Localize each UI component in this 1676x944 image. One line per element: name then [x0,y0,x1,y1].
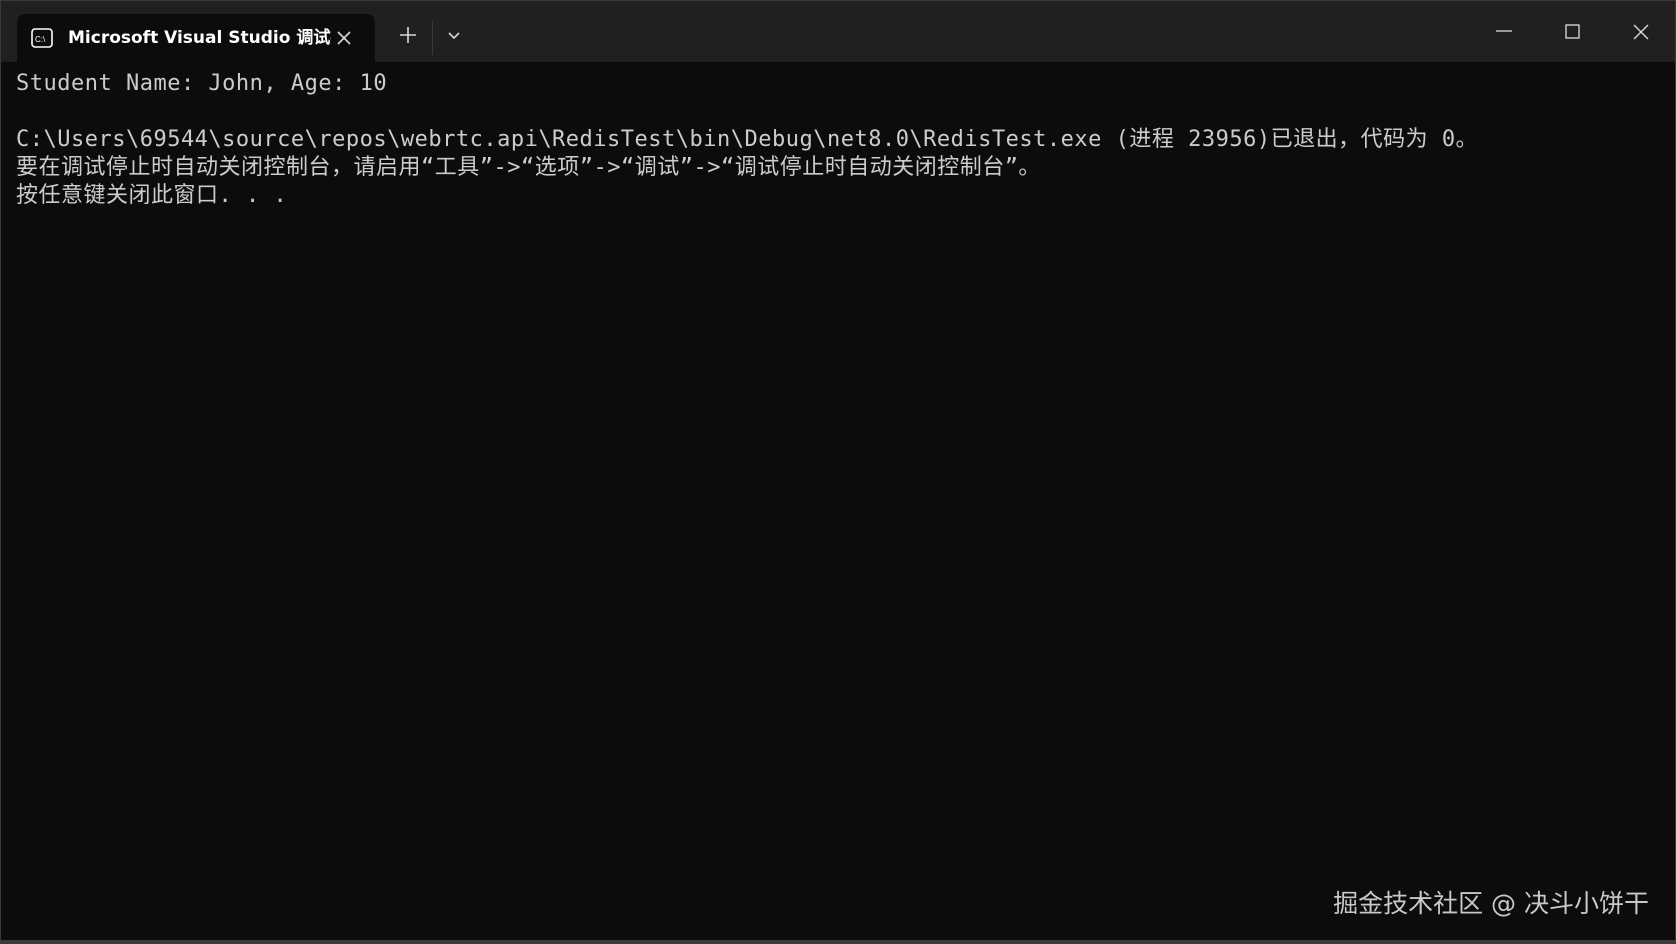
plus-icon[interactable] [392,19,424,51]
console-icon: C:\ [31,28,53,48]
terminal-window: C:\ Microsoft Visual Studio 调试控制台 [0,0,1676,944]
tab-title: Microsoft Visual Studio 调试控制台 [68,28,331,48]
watermark: 掘金技术社区 @ 决斗小饼干 [1333,889,1649,918]
console-line: 按任意键关闭此窗口. . . [16,183,288,208]
window-bottom-edge [1,940,1675,943]
maximize-icon [1565,24,1580,39]
tab-divider [432,21,433,55]
title-bar[interactable]: C:\ Microsoft Visual Studio 调试控制台 [1,1,1675,62]
console-output[interactable]: Student Name: John, Age: 10 C:\Users\695… [16,70,1656,210]
console-line: Student Name: John, Age: 10 [16,71,388,96]
console-line: 要在调试停止时自动关闭控制台，请启用“工具”->“选项”->“调试”->“调试停… [16,155,1041,180]
console-line: C:\Users\69544\source\repos\webrtc.api\R… [16,127,1479,152]
close-icon [1633,24,1649,40]
tab-debug-console[interactable]: C:\ Microsoft Visual Studio 调试控制台 [17,14,375,62]
chevron-down-icon[interactable] [438,19,470,51]
window-close-button[interactable] [1606,1,1675,62]
close-icon[interactable] [332,26,356,50]
maximize-button[interactable] [1538,1,1608,62]
svg-text:C:\: C:\ [35,35,46,44]
minimize-button[interactable] [1469,1,1539,62]
